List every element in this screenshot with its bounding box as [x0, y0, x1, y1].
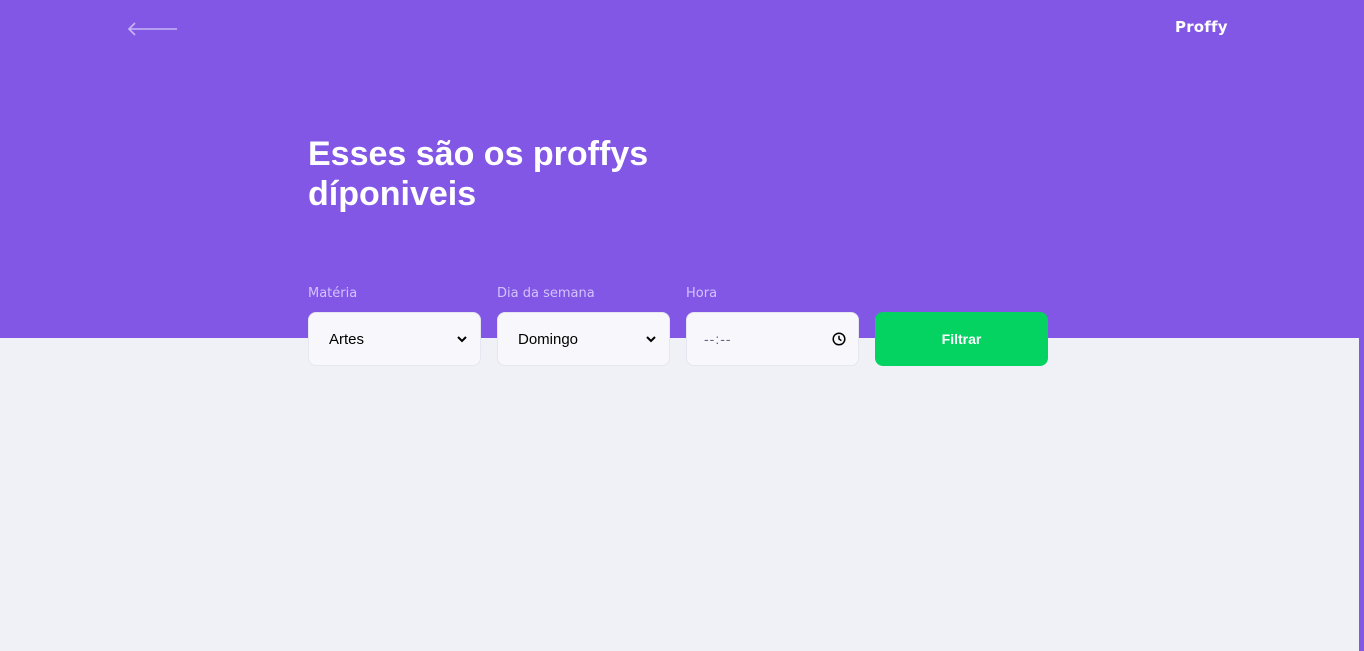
- chevron-down-icon: [456, 333, 468, 345]
- page-title-line-2: díponiveis: [308, 175, 477, 213]
- clock-icon[interactable]: [832, 332, 846, 346]
- page-header: Proffy Esses são os proffys díponiveis: [0, 0, 1364, 338]
- week-day-select[interactable]: Domingo: [497, 312, 670, 366]
- page-title-line-1: Esses são os proffys: [308, 135, 649, 173]
- subject-select[interactable]: Artes: [308, 312, 481, 366]
- proffy-logo: Proffy: [1175, 18, 1228, 36]
- time-input-value: --:--: [704, 331, 732, 347]
- week-day-selected-value: Domingo: [518, 330, 579, 348]
- filter-button[interactable]: Filtrar: [875, 312, 1048, 366]
- time-input[interactable]: --:--: [686, 312, 859, 366]
- teacher-list-page: Proffy Esses são os proffys díponiveis M…: [0, 0, 1364, 651]
- arrow-left-icon: [124, 18, 182, 40]
- week-day-label: Dia da semana: [497, 286, 595, 301]
- time-label: Hora: [686, 286, 718, 301]
- subject-selected-value: Artes: [329, 330, 365, 348]
- header-edge-strip: [1359, 338, 1364, 651]
- back-button[interactable]: [124, 18, 182, 40]
- page-title: Esses são os proffys díponiveis: [308, 134, 708, 214]
- chevron-down-icon: [645, 333, 657, 345]
- subject-label: Matéria: [308, 286, 358, 301]
